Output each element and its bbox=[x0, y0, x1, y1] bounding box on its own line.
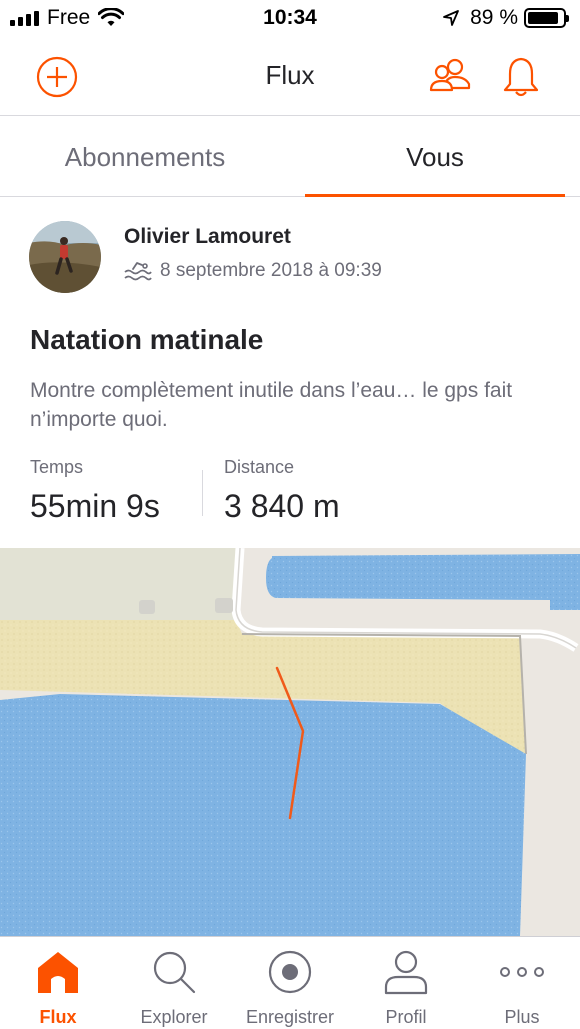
stat-distance: Distance 3 840 m bbox=[224, 457, 340, 525]
swim-icon bbox=[124, 262, 152, 281]
athlete-name[interactable]: Olivier Lamouret bbox=[124, 225, 291, 249]
record-icon bbox=[268, 950, 312, 994]
more-icon bbox=[500, 967, 544, 977]
tab-bar-label: Flux bbox=[39, 1007, 77, 1027]
home-icon bbox=[38, 952, 78, 993]
tab-bar-label: Enregistrer bbox=[245, 1007, 335, 1027]
status-bar: Free 10:34 89 % bbox=[0, 0, 580, 38]
activity-card: Olivier Lamouret 8 septembre 2018 à 09:3… bbox=[0, 198, 580, 548]
feed-tabs: Abonnements Vous bbox=[0, 117, 580, 197]
map-poi-icon bbox=[215, 598, 233, 613]
bell-icon[interactable] bbox=[502, 56, 540, 98]
avatar[interactable] bbox=[29, 221, 101, 293]
status-right: 89 % bbox=[442, 6, 569, 30]
tab-bar-enregistrer[interactable]: Enregistrer bbox=[232, 937, 348, 1029]
battery-percent: 89 % bbox=[470, 6, 518, 29]
tab-abonnements[interactable]: Abonnements bbox=[0, 117, 290, 197]
people-icon[interactable] bbox=[428, 56, 472, 96]
stat-label: Distance bbox=[224, 457, 295, 477]
search-icon bbox=[153, 951, 196, 994]
active-tab-indicator bbox=[305, 194, 565, 197]
tab-bar-plus[interactable]: Plus bbox=[464, 937, 580, 1029]
activity-map[interactable] bbox=[0, 548, 580, 936]
activity-title[interactable]: Natation matinale bbox=[30, 324, 263, 356]
tab-bar-label: Profil bbox=[385, 1007, 427, 1027]
stat-label: Temps bbox=[30, 457, 84, 477]
tab-bar-label: Plus bbox=[504, 1007, 540, 1027]
battery-icon bbox=[524, 8, 569, 28]
stat-value: 55min 9s bbox=[30, 488, 160, 524]
map-poi-icon bbox=[139, 600, 155, 614]
tab-vous[interactable]: Vous bbox=[290, 117, 580, 197]
stat-value: 3 840 m bbox=[224, 488, 340, 524]
tab-bar-profil[interactable]: Profil bbox=[348, 937, 464, 1029]
activity-date: 8 septembre 2018 à 09:39 bbox=[160, 260, 382, 281]
stat-temps: Temps 55min 9s bbox=[30, 457, 160, 525]
profile-icon bbox=[384, 950, 428, 995]
activity-description: Montre complètement inutile dans l’eau… … bbox=[30, 379, 513, 431]
tab-bar-label: Explorer bbox=[140, 1007, 208, 1027]
tab-bar-explorer[interactable]: Explorer bbox=[116, 937, 232, 1029]
map-sea-water bbox=[0, 694, 526, 936]
nav-bar: Flux bbox=[0, 38, 580, 116]
avatar-photo bbox=[29, 221, 101, 293]
tab-bar-flux[interactable]: Flux bbox=[0, 937, 116, 1029]
stat-divider bbox=[202, 470, 203, 516]
location-arrow-icon bbox=[443, 10, 460, 26]
tab-bar: Flux Explorer Enregistrer Profil Plus bbox=[0, 936, 580, 1029]
map-land bbox=[0, 548, 236, 620]
activity-meta: 8 septembre 2018 à 09:39 bbox=[124, 258, 382, 284]
nav-title: Flux bbox=[265, 60, 315, 90]
